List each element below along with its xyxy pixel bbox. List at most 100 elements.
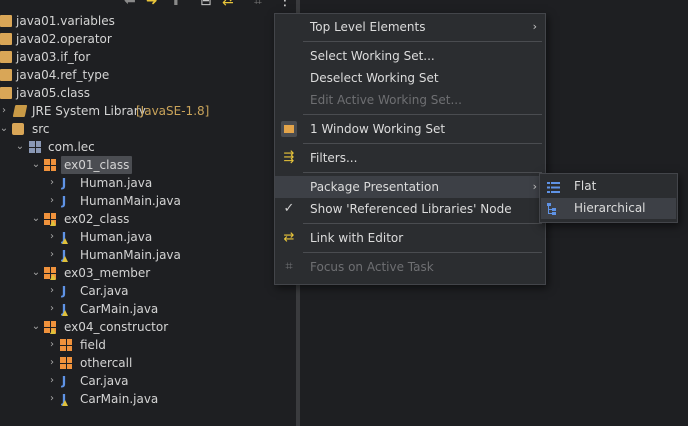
chevron-down-icon[interactable]: ⌄	[30, 264, 42, 282]
warning-icon	[50, 328, 56, 334]
warning-icon	[50, 220, 56, 226]
submenu-item-label: Flat	[574, 179, 597, 193]
chevron-right-icon[interactable]: ›	[46, 192, 58, 210]
file-label: CarMain.java	[80, 392, 159, 406]
menu-item-label: 1 Window Working Set	[310, 122, 446, 136]
library-label: JRE System Library	[32, 104, 146, 118]
library-icon	[12, 105, 28, 117]
project-folder-icon	[0, 69, 12, 81]
forward-icon[interactable]: ➜	[146, 0, 158, 8]
chevron-down-icon[interactable]: ⌄	[30, 210, 42, 228]
project-label: java05.class	[16, 86, 91, 100]
package-icon	[44, 159, 56, 171]
submenu-item-flat[interactable]: Flat	[541, 176, 676, 197]
chevron-right-icon[interactable]: ›	[46, 300, 58, 318]
menu-item-select-working-set[interactable]: Select Working Set...	[275, 45, 545, 67]
file-label: HumanMain.java	[80, 248, 181, 262]
chevron-right-icon[interactable]: ›	[0, 102, 10, 120]
package-label: ex01_class	[61, 156, 133, 174]
chevron-down-icon[interactable]: ⌄	[0, 120, 10, 138]
link-editor-icon[interactable]: ⇄	[222, 0, 234, 8]
project-label: java04.ref_type	[16, 68, 110, 82]
menu-item-window-working-set[interactable]: 1 Window Working Set	[275, 118, 545, 140]
menu-item-label: Select Working Set...	[310, 49, 435, 63]
chevron-right-icon[interactable]: ›	[46, 390, 58, 408]
warning-icon	[62, 400, 68, 406]
menu-separator	[303, 41, 542, 42]
package-label: ex04_constructor	[64, 320, 169, 334]
file-label: CarMain.java	[80, 302, 159, 316]
menu-separator	[303, 114, 542, 115]
menu-item-link-with-editor[interactable]: ⇄ Link with Editor	[275, 227, 545, 249]
chevron-down-icon[interactable]: ⌄	[30, 156, 42, 174]
checkmark-icon: ✓	[283, 201, 295, 216]
menu-item-top-level-elements[interactable]: Top Level Elements ›	[275, 16, 545, 38]
project-label: java01.variables	[16, 14, 115, 28]
menu-item-show-referenced-libraries[interactable]: ✓ Show 'Referenced Libraries' Node	[275, 198, 545, 220]
java-file-icon: J	[61, 194, 67, 208]
chevron-down-icon[interactable]: ⌄	[30, 318, 42, 336]
filter-icon: ⇶	[283, 150, 295, 165]
project-folder-icon	[0, 51, 12, 63]
chevron-right-icon[interactable]: ›	[46, 246, 58, 264]
up-icon[interactable]: ⬆	[170, 0, 182, 8]
menu-item-package-presentation[interactable]: Package Presentation ›	[275, 176, 545, 198]
chevron-right-icon[interactable]: ›	[46, 354, 58, 372]
menu-separator	[303, 252, 542, 253]
chevron-right-icon[interactable]: ›	[46, 174, 58, 192]
source-folder-icon	[12, 123, 24, 135]
menu-item-filters[interactable]: ⇶ Filters...	[275, 147, 545, 169]
project-folder-icon	[0, 15, 12, 27]
chevron-right-icon[interactable]: ›	[46, 336, 58, 354]
menu-item-label: Focus on Active Task	[310, 260, 434, 274]
menu-separator	[303, 223, 542, 224]
back-icon[interactable]: ⬅	[124, 0, 136, 8]
package-label: com.lec	[48, 140, 95, 154]
chevron-right-icon: ›	[532, 180, 537, 193]
view-menu: Top Level Elements › Select Working Set.…	[274, 13, 546, 285]
menu-item-deselect-working-set[interactable]: Deselect Working Set	[275, 67, 545, 89]
chevron-right-icon[interactable]: ›	[46, 228, 58, 246]
warning-icon	[62, 238, 68, 244]
file-label: Car.java	[80, 284, 129, 298]
file-label: Human.java	[80, 230, 153, 244]
menu-separator	[303, 172, 542, 173]
submenu-item-hierarchical[interactable]: Hierarchical	[541, 198, 676, 219]
view-menu-icon[interactable]: ⋮	[278, 0, 292, 8]
menu-item-edit-working-set: Edit Active Working Set...	[275, 89, 545, 111]
menu-item-label: Deselect Working Set	[310, 71, 439, 85]
package-label: ex02_class	[64, 212, 130, 226]
file-label: Car.java	[80, 374, 129, 388]
menu-item-label: Link with Editor	[310, 231, 404, 245]
java-file-icon: J	[61, 176, 67, 190]
focus-icon[interactable]: ⌗	[254, 0, 262, 8]
menu-item-label: Top Level Elements	[310, 20, 426, 34]
chevron-down-icon[interactable]: ⌄	[14, 138, 26, 156]
java-file-icon: J	[61, 374, 67, 388]
project-label: java03.if_for	[16, 50, 91, 64]
menu-item-focus-on-active-task: ⌗ Focus on Active Task	[275, 256, 545, 278]
hierarchical-layout-icon	[547, 202, 560, 215]
menu-item-label: Edit Active Working Set...	[310, 93, 462, 107]
view-toolbar: ⬅ ➜ ⬆ ⊟ ⇄ ⌗ ⋮	[118, 0, 298, 12]
warning-icon	[62, 256, 68, 262]
src-label: src	[32, 122, 50, 136]
package-label: othercall	[80, 356, 133, 370]
warning-icon	[62, 310, 68, 316]
chevron-right-icon[interactable]: ›	[46, 282, 58, 300]
link-editor-icon: ⇄	[283, 230, 295, 245]
submenu-item-label: Hierarchical	[574, 201, 646, 215]
file-label: Human.java	[80, 176, 153, 190]
chevron-right-icon[interactable]: ›	[46, 372, 58, 390]
collapse-all-icon[interactable]: ⊟	[200, 0, 212, 8]
java-file-icon: J	[61, 284, 67, 298]
file-label: HumanMain.java	[80, 194, 181, 208]
package-icon	[29, 141, 41, 153]
project-label: java02.operator	[16, 32, 112, 46]
warning-icon	[50, 274, 56, 280]
menu-separator	[303, 143, 542, 144]
menu-item-label: Show 'Referenced Libraries' Node	[310, 202, 512, 216]
chevron-right-icon: ›	[532, 20, 537, 33]
menu-item-label: Filters...	[310, 151, 358, 165]
package-icon	[60, 357, 72, 369]
